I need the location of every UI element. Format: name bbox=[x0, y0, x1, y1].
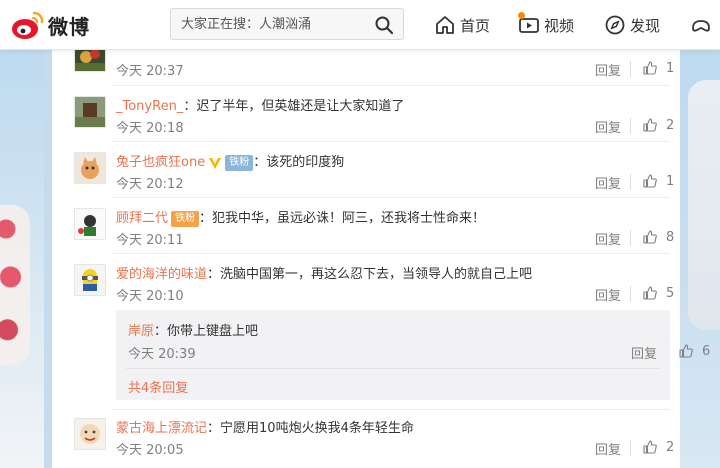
comment-time: 今天 20:12 bbox=[116, 177, 184, 192]
divider bbox=[112, 85, 670, 86]
divider bbox=[630, 440, 631, 456]
sub-reply-button[interactable]: 回复 bbox=[631, 343, 657, 362]
comment-text: _TonyRen_：迟了半年，但英雄还是让大家知道了 bbox=[116, 99, 405, 114]
sub-reply-time: 今天 20:39 bbox=[128, 347, 196, 362]
search-box bbox=[170, 8, 404, 40]
reply-button[interactable]: 回复 bbox=[595, 439, 621, 458]
brand-name[interactable]: 微博 bbox=[48, 11, 90, 40]
like-count: 8 bbox=[666, 229, 675, 245]
nav-discover-label: 发现 bbox=[630, 16, 661, 35]
weibo-logo-icon[interactable] bbox=[10, 9, 46, 41]
search-icon[interactable] bbox=[374, 15, 394, 35]
nav-home[interactable]: 首页 bbox=[434, 12, 490, 38]
sub-reply-text: 岸原：你带上键盘上吧 bbox=[128, 324, 259, 339]
comment-content: 该死的印度狗 bbox=[266, 155, 345, 170]
comment-time: 今天 20:37 bbox=[116, 64, 184, 79]
comment-content: 迟了半年，但英雄还是让大家知道了 bbox=[196, 99, 405, 114]
comment-username[interactable]: 蒙古海上漂流记 bbox=[116, 421, 207, 436]
comment-text: 蒙古海上漂流记：宁愿用10吨炮火换我4条年轻生命 bbox=[116, 421, 414, 436]
comment-username[interactable]: _TonyRen_ bbox=[116, 99, 183, 114]
like-count: 6 bbox=[702, 343, 711, 359]
comment-time: 今天 20:05 bbox=[116, 443, 184, 458]
reply-button[interactable]: 回复 bbox=[595, 285, 621, 304]
reply-button[interactable]: 回复 bbox=[595, 60, 621, 79]
sub-reply-username[interactable]: 岸原 bbox=[128, 324, 154, 339]
divider bbox=[630, 118, 631, 134]
divider bbox=[112, 141, 670, 142]
sub-reply-box: 岸原：你带上键盘上吧 今天 20:39 回复 6 共4条回复 bbox=[116, 310, 710, 400]
comment-time: 今天 20:11 bbox=[116, 233, 184, 248]
sub-reply-content: 你带上键盘上吧 bbox=[167, 324, 259, 339]
divider bbox=[630, 174, 631, 190]
like-count: 5 bbox=[666, 285, 675, 301]
reply-button[interactable]: 回复 bbox=[595, 229, 621, 248]
divider bbox=[112, 409, 670, 410]
comment-content: 犯我中华，虽远必诛！阿三，还我将士性命来！ bbox=[212, 211, 486, 226]
background-artwork bbox=[0, 205, 30, 365]
comment-username[interactable]: 兔子也疯狂one bbox=[116, 155, 205, 170]
fan-badge[interactable]: 铁粉 bbox=[171, 210, 200, 227]
comment-content: 宁愿用10吨炮火换我4条年轻生命 bbox=[220, 421, 414, 436]
like-button[interactable]: 1 bbox=[642, 60, 674, 76]
divider bbox=[112, 253, 670, 254]
thumbs-up-icon bbox=[679, 344, 693, 358]
like-button[interactable]: 2 bbox=[642, 439, 674, 455]
avatar[interactable] bbox=[74, 264, 106, 296]
avatar[interactable] bbox=[74, 208, 106, 240]
fan-badge[interactable]: 铁粉 bbox=[225, 154, 254, 171]
comment-content: 洗脑中国第一，再这么忍下去，当领导人的就自己上吧 bbox=[220, 267, 533, 282]
comment-item: _TonyRen_：迟了半年，但英雄还是让大家知道了 今天 20:18 回复 2 bbox=[52, 92, 680, 148]
thumbs-up-icon bbox=[643, 174, 657, 188]
thumbs-up-icon bbox=[643, 118, 657, 132]
avatar[interactable] bbox=[74, 418, 106, 450]
vip-badge-icon bbox=[209, 157, 222, 169]
divider bbox=[630, 230, 631, 246]
comment-text: 兔子也疯狂one 铁粉 ：该死的印度狗 bbox=[116, 154, 345, 171]
thumbs-up-icon bbox=[643, 286, 657, 300]
comment-text: 爱的海洋的味道：洗脑中国第一，再这么忍下去，当领导人的就自己上吧 bbox=[116, 267, 533, 282]
top-bar: 微博 首页 视频 发现 bbox=[0, 0, 720, 50]
game-icon bbox=[692, 20, 710, 32]
divider bbox=[112, 197, 670, 198]
like-button[interactable]: 5 bbox=[642, 285, 674, 301]
background-right bbox=[680, 0, 720, 468]
reply-button[interactable]: 回复 bbox=[595, 173, 621, 192]
comment-item: 兔子也疯狂one 铁粉 ：该死的印度狗 今天 20:12 回复 1 bbox=[52, 148, 680, 204]
divider bbox=[630, 286, 631, 302]
reply-button[interactable]: 回复 bbox=[595, 117, 621, 136]
thumbs-up-icon bbox=[643, 230, 657, 244]
comment-list: 今天 20:37 回复 1 _TonyRen_：迟了半年，但英雄还是让大家知道了… bbox=[52, 36, 710, 468]
thumbs-up-icon bbox=[643, 61, 657, 75]
comment-time: 今天 20:10 bbox=[116, 289, 184, 304]
home-icon bbox=[436, 16, 454, 34]
like-button[interactable]: 1 bbox=[642, 173, 674, 189]
nav-game[interactable] bbox=[690, 12, 716, 38]
like-count: 2 bbox=[666, 117, 675, 133]
sub-like-button[interactable]: 6 bbox=[678, 343, 710, 359]
comment-item: 顾拜二代 铁粉 ：犯我中华，虽远必诛！阿三，还我将士性命来！ 今天 20:11 回复… bbox=[52, 204, 680, 260]
comment-item: 蒙古海上漂流记：宁愿用10吨炮火换我4条年轻生命 今天 20:05 回复 2 bbox=[52, 414, 680, 468]
nav-home-label: 首页 bbox=[460, 16, 491, 35]
divider bbox=[126, 368, 660, 369]
comment-text: 顾拜二代 铁粉 ：犯我中华，虽远必诛！阿三，还我将士性命来！ bbox=[116, 210, 486, 227]
like-button[interactable]: 8 bbox=[642, 229, 674, 245]
comment-time: 今天 20:18 bbox=[116, 121, 184, 136]
like-count: 2 bbox=[666, 439, 675, 455]
comment-username[interactable]: 爱的海洋的味道 bbox=[116, 267, 207, 282]
search-input[interactable] bbox=[171, 9, 367, 39]
nav-discover[interactable]: 发现 bbox=[604, 12, 660, 38]
like-button[interactable]: 2 bbox=[642, 117, 674, 133]
more-replies-link[interactable]: 共4条回复 bbox=[128, 377, 188, 396]
compass-icon bbox=[605, 15, 625, 35]
avatar[interactable] bbox=[74, 96, 106, 128]
thumbs-up-icon bbox=[643, 440, 657, 454]
divider bbox=[630, 61, 631, 77]
notification-dot bbox=[518, 12, 525, 19]
nav-video-label: 视频 bbox=[544, 16, 575, 35]
avatar[interactable] bbox=[74, 152, 106, 184]
nav-video[interactable]: 视频 bbox=[518, 12, 574, 38]
like-count: 1 bbox=[666, 173, 675, 189]
comment-username[interactable]: 顾拜二代 bbox=[116, 211, 168, 226]
like-count: 1 bbox=[666, 60, 675, 76]
